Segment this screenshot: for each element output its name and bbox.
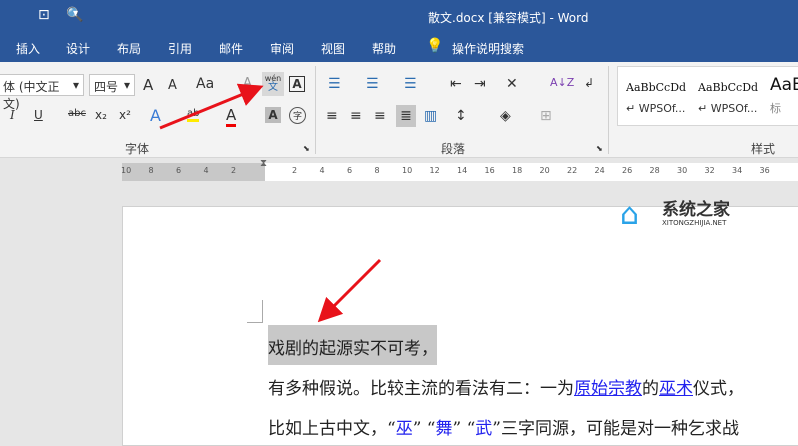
annotation-arrows [159, 83, 382, 323]
arrow-to-phonetic-guide [159, 83, 264, 130]
arrow-to-selected-text [317, 258, 382, 323]
